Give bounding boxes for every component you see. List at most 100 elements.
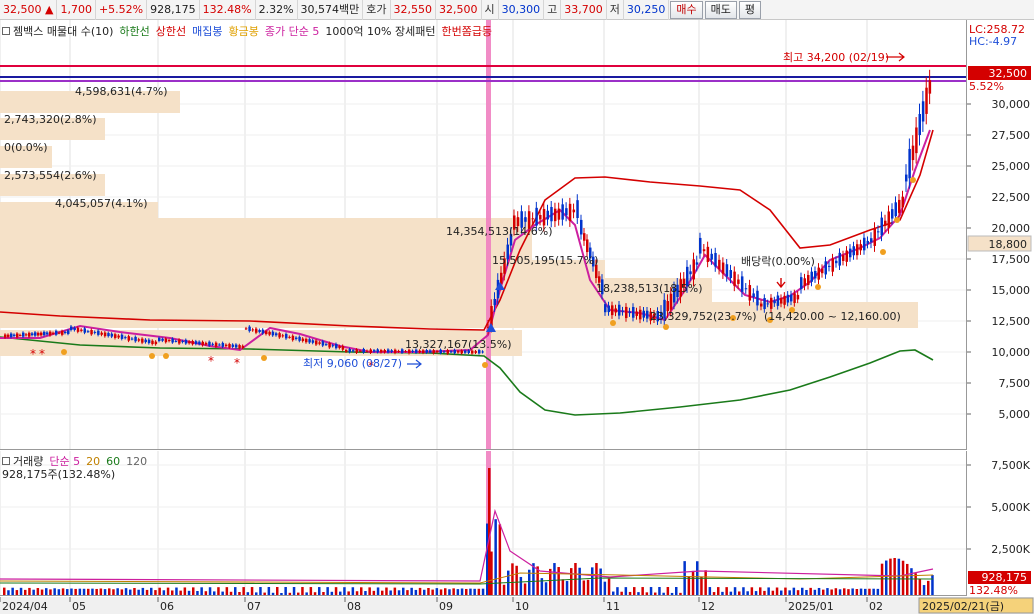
volume-bar [700,576,703,595]
volume-bar [103,589,107,595]
volume-profile-label: 14,354,513(14.6%) [446,225,553,238]
buy-button[interactable]: 매수 [670,0,703,19]
current-price: 32,500 ▲ [0,0,58,20]
volume-bar [918,579,922,595]
volume-bar [360,587,363,595]
volume-bar [481,588,485,595]
low-annotation: 최저 9,060 (08/27) [303,357,402,370]
volume-bar [284,587,287,595]
candle-body [880,217,883,236]
candle-body [366,350,369,352]
candle-body [80,329,83,331]
volume-bar [364,591,367,595]
price-change-pct: +5.52% [96,0,148,20]
legend-item-ma5[interactable]: 종가 단순 5 [265,23,319,39]
volume-bar [708,587,712,595]
golden-bar-dot [910,177,916,183]
candle-body [699,237,702,254]
volume-bar [859,588,863,595]
candle-body [224,344,228,347]
volume-bar [381,590,384,595]
volume-bar [263,592,266,595]
candle-body [359,350,362,352]
price-chart-panel[interactable]: * * * * * 4,598,631(4.7%) 2,743,320(2.8%) 0(0.0… [0,20,967,450]
candle-body [383,350,386,353]
volume-bar [507,570,510,595]
golden-bar-dot [663,324,669,330]
legend-toggle-icon[interactable] [2,27,10,35]
candle-body [110,333,114,337]
volume-bar [557,567,560,595]
legend-item-upper-band[interactable]: 상한선 [156,23,186,39]
mark-price-label: 18,800 [989,238,1028,251]
candle-body [181,341,184,343]
volume-bar [313,592,317,595]
legend-item-pattern[interactable]: 1000억 10% 장세패턴 [325,23,435,39]
volume-bar [196,591,199,595]
candle-body [729,270,732,279]
volume-bar [788,590,791,595]
volume-bar [851,588,854,595]
volume-bar [15,590,19,595]
candle-body [873,228,876,246]
volume-bar [603,581,607,595]
candle-body [117,335,120,338]
volume-bar [40,589,44,595]
legend-item-surge[interactable]: 한번쫌급등 [441,23,492,39]
volume-bar [633,587,636,595]
candle-body [793,293,796,303]
high-annotation: 최고 34,200 (02/19) [783,51,889,64]
candle-body [911,145,915,161]
candle-body [241,345,245,348]
candle-body [198,341,201,345]
candle-body [394,349,397,354]
volume-profile-label: 23,329,752(23.7%) [650,310,757,323]
candle-body [362,348,365,353]
candle-body [817,267,820,280]
volume-bar [582,580,586,595]
volume-bar [901,560,905,595]
candle-body [34,332,37,336]
candle-body [628,311,631,314]
candle-body [158,337,161,342]
volume-bar [452,588,455,595]
candle-body [535,207,538,226]
candle-body [824,261,827,275]
legend-item-lower-band[interactable]: 하한선 [119,23,149,39]
volume-legend-toggle-icon[interactable] [2,457,10,465]
volume-bar [389,590,392,595]
legend-item-accum-bar[interactable]: 매집봉 [192,23,222,39]
candle-body [86,331,90,333]
volume-bar [721,591,724,595]
candle-body [100,332,103,335]
candle-body [258,329,261,332]
volume-chart-panel[interactable]: 거래량 단순 5 20 60 120 928,175주(132.48%) [0,451,967,596]
volume-profile-label: 18,238,513(18.5%) [596,282,703,295]
volume-bar [414,589,418,595]
volume-bar [880,563,884,595]
candle-body [733,271,736,286]
sell-button[interactable]: 매도 [704,0,737,19]
candle-body [387,349,390,353]
vol-current-pct: 132.48% [969,584,1018,596]
candle-body [821,268,824,274]
volume-bar [910,568,913,595]
price-legend: 젬백스 매물대 수(10) 하한선 상한선 매집봉 황금봉 종가 단순 5 10… [2,23,498,39]
volume-profile-label: 2,743,320(2.8%) [4,113,97,126]
candle-body [271,331,275,336]
legend-item-profile[interactable]: 젬백스 매물대 수(10) [13,23,113,39]
volume-bar [423,589,426,595]
volume-bar [586,579,590,595]
eval-button[interactable]: 평 [738,0,762,19]
candle-body [13,334,16,336]
legend-item-vol-ma120[interactable]: 120 [126,455,147,468]
volume-bar [649,587,653,595]
volume-bar [57,589,61,595]
volume-bar [897,558,901,595]
candle-body [471,350,474,354]
volume-bar [234,587,237,595]
date-label: 2025/01 [788,600,834,613]
legend-item-golden-bar[interactable]: 황금봉 [229,23,259,39]
golden-bar-dot [61,349,67,355]
candle-body [305,338,308,343]
